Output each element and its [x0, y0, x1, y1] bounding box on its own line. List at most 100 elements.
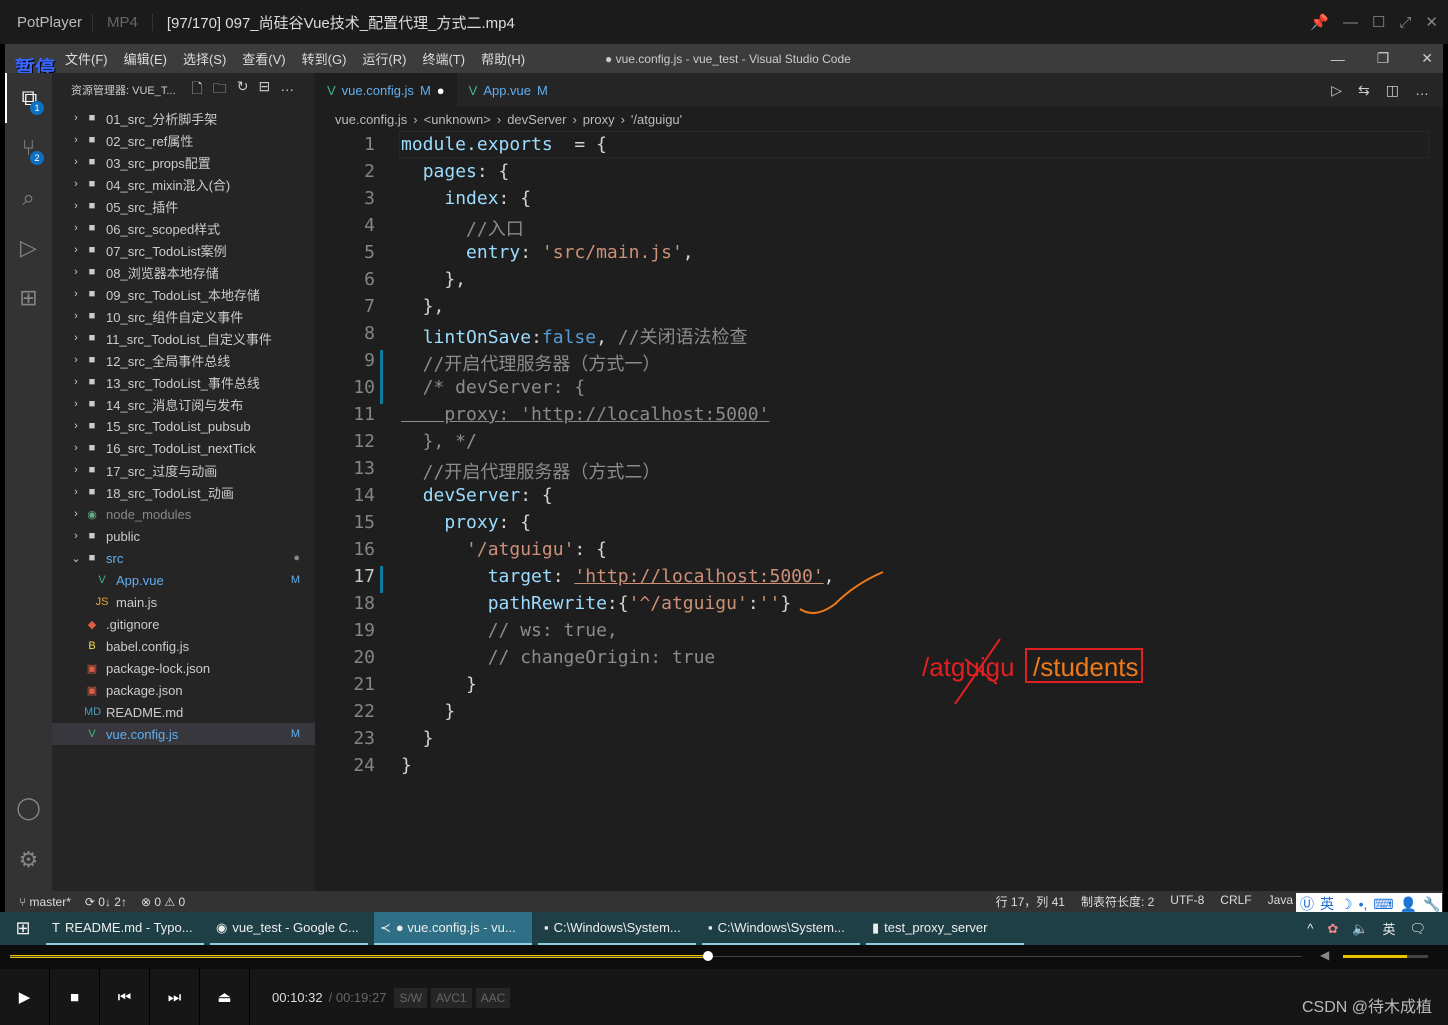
taskbar-item[interactable]: ≺ ● vue.config.js - vu... [374, 912, 532, 945]
tray-expand-icon[interactable]: ^ [1307, 921, 1313, 936]
account-icon[interactable]: ◯ [5, 783, 52, 833]
dirty-indicator[interactable]: ● [437, 83, 445, 98]
volume-icon[interactable]: 🔈 [1352, 921, 1368, 937]
volume-slider[interactable] [1343, 955, 1428, 958]
tree-item[interactable]: › ■ 01_src_分析脚手架 [52, 107, 315, 129]
cursor-position[interactable]: 行 17，列 41 [996, 893, 1065, 910]
tab-app-vue[interactable]: V App.vue M [457, 73, 560, 107]
fullscreen-icon[interactable]: ⤢ [1399, 14, 1411, 31]
tree-item[interactable]: ▣ package-lock.json [52, 657, 315, 679]
run-debug-icon[interactable]: ▷ [5, 223, 52, 273]
tree-item[interactable]: › ■ 02_src_ref属性 [52, 129, 315, 151]
tree-item[interactable]: › ■ 08_浏览器本地存储 [52, 261, 315, 283]
volume-icon[interactable]: ◀ [1320, 948, 1329, 962]
tree-item[interactable]: › ■ 13_src_TodoList_事件总线 [52, 371, 315, 393]
menu-item[interactable]: 选择(S) [175, 49, 234, 68]
breadcrumb-item[interactable]: devServer [507, 112, 566, 127]
taskbar-item[interactable]: ▪ C:\Windows\System... [702, 912, 860, 945]
tree-item[interactable]: ◆ .gitignore [52, 613, 315, 635]
eol[interactable]: CRLF [1220, 893, 1251, 910]
tray-lang[interactable]: 英 [1382, 919, 1395, 938]
breadcrumb-item[interactable]: vue.config.js [335, 112, 407, 127]
minimize-icon[interactable]: — [1343, 14, 1358, 31]
more-icon[interactable]: … [1415, 82, 1429, 98]
menu-item[interactable]: 编辑(E) [116, 49, 175, 68]
stop-icon[interactable]: ■ [50, 969, 100, 1025]
tree-item[interactable]: JS main.js [52, 591, 315, 613]
seek-bar[interactable]: ◀ [0, 945, 1448, 969]
run-icon[interactable]: ▷ [1331, 82, 1342, 99]
tree-item[interactable]: › ■ 12_src_全局事件总线 [52, 349, 315, 371]
tree-item[interactable]: › ■ 06_src_scoped样式 [52, 217, 315, 239]
tree-item[interactable]: › ■ 03_src_props配置 [52, 151, 315, 173]
seek-handle[interactable] [702, 951, 713, 961]
tab-vue-config[interactable]: Vvue.config.js M ● [315, 73, 457, 107]
punct-icon[interactable]: •, [1359, 896, 1368, 912]
tree-item[interactable]: › ■ 09_src_TodoList_本地存储 [52, 283, 315, 305]
compare-icon[interactable]: ⇆ [1358, 82, 1370, 99]
problems-status[interactable]: ⊗ 0 ⚠ 0 [141, 895, 185, 909]
code-editor[interactable]: 1 module.exports = {2 pages: {3 index: {4… [315, 131, 1429, 891]
minimize-icon[interactable]: — [1331, 51, 1345, 67]
language-mode[interactable]: Java [1268, 893, 1293, 910]
tree-item[interactable]: › ■ public [52, 525, 315, 547]
moon-icon[interactable]: ☽ [1340, 896, 1353, 913]
menu-item[interactable]: 终端(T) [414, 49, 473, 68]
more-icon[interactable]: … [280, 78, 294, 102]
new-file-icon[interactable]: 🗋 [192, 78, 203, 102]
split-editor-icon[interactable]: ◫ [1386, 82, 1399, 99]
tree-item[interactable]: ▣ package.json [52, 679, 315, 701]
tree-item[interactable]: › ■ 14_src_消息订阅与发布 [52, 393, 315, 415]
tree-item[interactable]: › ■ 15_src_TodoList_pubsub [52, 415, 315, 437]
eject-icon[interactable]: ⏏ [200, 969, 250, 1025]
tree-item[interactable]: › ◉ node_modules [52, 503, 315, 525]
menu-item[interactable]: 转到(G) [294, 49, 355, 68]
settings-gear-icon[interactable]: ⚙ [5, 835, 52, 885]
refresh-icon[interactable]: ↻ [237, 78, 249, 102]
tree-item[interactable]: › ■ 18_src_TodoList_动画 [52, 481, 315, 503]
next-icon[interactable]: ⏭ [150, 969, 200, 1025]
menu-item[interactable]: 查看(V) [234, 49, 293, 68]
extensions-icon[interactable]: ⊞ [5, 273, 52, 323]
taskbar-item[interactable]: ▪ C:\Windows\System... [538, 912, 696, 945]
play-icon[interactable]: ▶ [0, 969, 50, 1025]
branch-status[interactable]: ⑂ master* [19, 895, 71, 909]
close-icon[interactable]: ✕ [1425, 13, 1438, 31]
search-icon[interactable]: ⌕ [5, 173, 52, 223]
windows-start-icon[interactable]: ⊞ [0, 918, 46, 939]
tree-item[interactable]: › ■ 17_src_过度与动画 [52, 459, 315, 481]
tree-item[interactable]: Vvue.config.js M [52, 723, 315, 745]
wrench-icon[interactable]: 🔧 [1423, 896, 1440, 913]
breadcrumb-item[interactable]: <unknown> [424, 112, 491, 127]
tab-size[interactable]: 制表符长度: 2 [1081, 893, 1154, 910]
breadcrumb-item[interactable]: proxy [583, 112, 615, 127]
tree-item[interactable]: › ■ 10_src_组件自定义事件 [52, 305, 315, 327]
taskbar-item[interactable]: ◉ vue_test - Google C... [210, 912, 368, 945]
breadcrumb-item[interactable]: '/atguigu' [631, 112, 682, 127]
tree-item[interactable]: V App.vue M [52, 569, 315, 591]
tray-app-icon[interactable]: ✿ [1327, 921, 1338, 937]
tree-item[interactable]: › ■ 07_src_TodoList案例 [52, 239, 315, 261]
pin-icon[interactable]: 📌 [1310, 13, 1329, 31]
taskbar-item[interactable]: ▮ test_proxy_server [866, 912, 1024, 945]
tree-item[interactable]: › ■ 16_src_TodoList_nextTick [52, 437, 315, 459]
tree-item[interactable]: ⌄ ■ src ● [52, 547, 315, 569]
tree-item[interactable]: Bbabel.config.js [52, 635, 315, 657]
source-control-icon[interactable]: ⑂ 2 [5, 123, 52, 173]
taskbar-item[interactable]: T README.md - Typo... [46, 912, 204, 945]
keyboard-icon[interactable]: ⌨ [1373, 896, 1393, 913]
collapse-icon[interactable]: ⊟ [259, 78, 271, 102]
encoding[interactable]: UTF-8 [1170, 893, 1204, 910]
tree-item[interactable]: › ■ 04_src_mixin混入(合) [52, 173, 315, 195]
new-folder-icon[interactable]: 🗀 [213, 78, 227, 102]
maximize-icon[interactable]: ☐ [1372, 13, 1385, 31]
tree-item[interactable]: › ■ 11_src_TodoList_自定义事件 [52, 327, 315, 349]
close-icon[interactable]: ✕ [1421, 50, 1433, 67]
tree-item[interactable]: MD README.md [52, 701, 315, 723]
player-brand[interactable]: PotPlayer [0, 14, 92, 31]
menu-item[interactable]: 帮助(H) [473, 49, 533, 68]
menu-item[interactable]: 运行(R) [354, 49, 414, 68]
user-icon[interactable]: 👤 [1400, 896, 1417, 913]
menu-item[interactable]: 文件(F) [57, 49, 116, 68]
explorer-icon[interactable]: ⧉ 1 [5, 73, 52, 123]
